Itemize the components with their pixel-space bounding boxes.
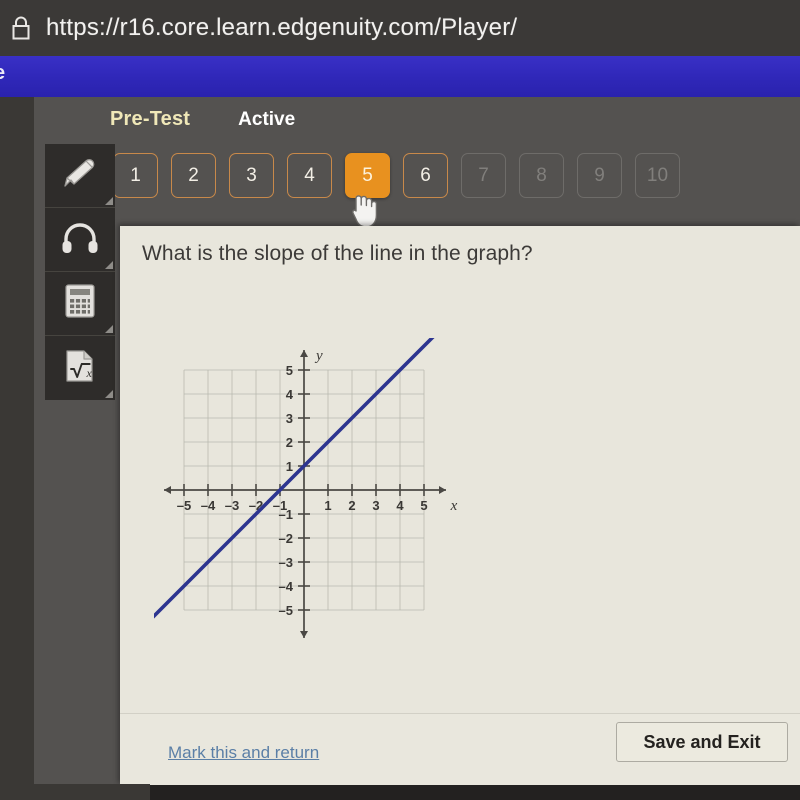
question-button-label: 5 (362, 164, 373, 186)
test-header: Pre-Test Active (110, 108, 295, 131)
hand-cursor-icon (348, 192, 380, 230)
url-text[interactable]: https://r16.core.learn.edgenuity.com/Pla… (46, 14, 517, 42)
question-button-1[interactable]: 1 (113, 153, 158, 198)
x-tick-label: –3 (225, 498, 239, 513)
browser-url-bar: https://r16.core.learn.edgenuity.com/Pla… (0, 0, 800, 56)
x-tick-label: 3 (372, 498, 379, 513)
calculator-icon (63, 282, 97, 325)
x-tick-label: 5 (420, 498, 427, 513)
question-button-6[interactable]: 6 (403, 153, 448, 198)
y-tick-label: –2 (279, 531, 293, 546)
pencil-tool[interactable] (45, 144, 115, 208)
bottom-left-gutter (0, 784, 150, 800)
x-tick-label: 4 (396, 498, 404, 513)
y-tick-label: –5 (279, 603, 293, 618)
question-button-label: 3 (246, 164, 257, 186)
question-button-label: 9 (594, 164, 605, 186)
y-tick-label: –1 (279, 507, 293, 522)
card-footer: Mark this and return Save and Exit (120, 713, 800, 785)
question-number-nav: 1 2 3 4 5 6 7 8 9 10 (113, 153, 680, 198)
tool-corner-indicator (105, 325, 113, 333)
plotted-line (154, 338, 435, 619)
audio-tool[interactable] (45, 208, 115, 272)
question-button-label: 2 (188, 164, 199, 186)
tool-corner-indicator (105, 261, 113, 269)
headphones-icon (60, 220, 100, 259)
y-tick-label: 2 (286, 435, 293, 450)
y-tick-label: 4 (286, 387, 294, 402)
formula-tool[interactable]: x (45, 336, 115, 400)
graph-svg: –5 –4 –3 –2 –1 1 2 3 4 5 5 4 3 2 1 –1 –2… (154, 338, 458, 638)
y-tick-label: –3 (279, 555, 293, 570)
calculator-tool[interactable] (45, 272, 115, 336)
question-button-label: 10 (646, 164, 669, 186)
question-button-label: 8 (536, 164, 547, 186)
coordinate-graph: –5 –4 –3 –2 –1 1 2 3 4 5 5 4 3 2 1 –1 –2… (154, 338, 484, 658)
square-root-icon: x (62, 347, 98, 390)
banner-cutoff-text: e (0, 62, 5, 85)
question-button-10: 10 (635, 153, 680, 198)
x-tick-label: 1 (324, 498, 331, 513)
question-card: What is the slope of the line in the gra… (120, 226, 800, 785)
x-axis-label: x (450, 498, 458, 514)
mark-this-and-return-link[interactable]: Mark this and return (168, 743, 319, 763)
save-and-exit-button[interactable]: Save and Exit (616, 722, 788, 762)
question-button-8: 8 (519, 153, 564, 198)
tool-corner-indicator (105, 390, 113, 398)
question-button-label: 4 (304, 164, 315, 186)
status-badge: Active (238, 109, 296, 130)
pencil-icon (59, 156, 101, 195)
tool-corner-indicator (105, 197, 113, 205)
page-title: Pre-Test (110, 108, 191, 130)
question-button-9: 9 (577, 153, 622, 198)
question-button-label: 7 (478, 164, 489, 186)
question-button-label: 6 (420, 164, 431, 186)
y-axis-label: y (314, 348, 323, 364)
y-tick-label: –4 (279, 579, 294, 594)
y-tick-label: 5 (286, 363, 293, 378)
question-button-7: 7 (461, 153, 506, 198)
question-button-2[interactable]: 2 (171, 153, 216, 198)
x-tick-label: 2 (348, 498, 355, 513)
tool-rail: x (45, 144, 115, 400)
question-button-4[interactable]: 4 (287, 153, 332, 198)
app-banner: e (0, 56, 800, 97)
question-button-label: 1 (130, 164, 141, 186)
svg-text:x: x (86, 366, 93, 380)
lock-icon (10, 15, 32, 41)
y-tick-label: 3 (286, 411, 293, 426)
question-text: What is the slope of the line in the gra… (142, 242, 533, 265)
y-tick-label: 1 (286, 459, 293, 474)
x-tick-label: –4 (201, 498, 216, 513)
screen-bottom-strip (0, 784, 800, 800)
left-gutter (0, 97, 34, 785)
x-tick-label: –5 (177, 498, 191, 513)
question-button-3[interactable]: 3 (229, 153, 274, 198)
